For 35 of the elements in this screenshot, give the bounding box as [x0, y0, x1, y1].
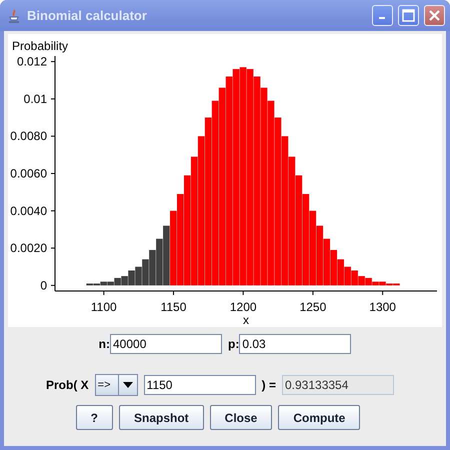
maximize-icon: [402, 9, 415, 22]
x-tick-label: 1300: [369, 300, 396, 314]
x-tick-label: 1200: [230, 300, 257, 314]
param-label: p:: [228, 337, 240, 351]
caret-icon: [122, 382, 133, 388]
input-field[interactable]: 0.03: [239, 334, 352, 354]
result-field[interactable]: 0.93133354: [282, 375, 394, 395]
action-button[interactable]: Snapshot: [118, 405, 204, 430]
maximize-button[interactable]: [398, 5, 419, 26]
input-field[interactable]: 40000: [110, 334, 222, 354]
window-title: Binomial calculator: [27, 8, 148, 23]
prob-label: Prob( X: [46, 378, 89, 392]
operator-dropdown[interactable]: =>: [94, 374, 138, 396]
x-tick-label: 1100: [90, 300, 117, 314]
app-icon: [6, 8, 22, 24]
action-button[interactable]: ?: [76, 405, 113, 430]
x-axis-label: x: [243, 313, 249, 327]
action-button[interactable]: Close: [210, 405, 272, 430]
y-tick-label: 0.01: [24, 92, 47, 106]
y-tick-label: 0.0060: [10, 166, 47, 180]
minimize-button[interactable]: [372, 5, 393, 26]
x-tick-label: 1250: [300, 300, 326, 314]
param-label: n:: [98, 337, 110, 351]
y-tick-label: 0.0020: [10, 241, 47, 256]
y-tick-label: 0.012: [16, 54, 47, 69]
action-button[interactable]: Compute: [278, 405, 360, 430]
close-button[interactable]: [424, 5, 445, 26]
y-axis-label: Probability: [12, 39, 68, 53]
y-tick-label: 0.0040: [10, 204, 47, 218]
input-field[interactable]: 1150: [144, 375, 256, 395]
x-tick-label: 1150: [160, 300, 186, 314]
close-icon: [428, 9, 441, 22]
y-tick-label: 0.0080: [10, 129, 47, 144]
equals-label: ) =: [262, 378, 276, 392]
y-tick-label: 0: [40, 278, 47, 292]
